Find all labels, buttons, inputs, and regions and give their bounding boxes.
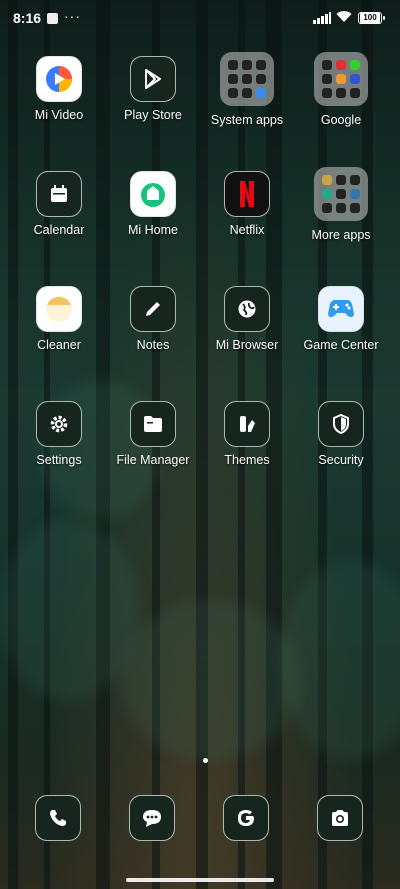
themes-icon	[224, 401, 270, 447]
battery-icon: 100	[358, 12, 385, 24]
app-label: File Manager	[116, 453, 190, 467]
app-cleaner[interactable]: Cleaner	[12, 286, 106, 352]
play-store-icon	[130, 56, 176, 102]
status-bar: 8:16 ··· 100	[0, 0, 400, 36]
app-label: Game Center	[303, 338, 379, 352]
dock-camera[interactable]	[317, 795, 363, 841]
app-game-center[interactable]: Game Center	[294, 286, 388, 352]
app-label: Security	[318, 453, 364, 467]
folder-system-apps[interactable]: System apps	[200, 52, 294, 127]
app-label: Themes	[224, 453, 270, 467]
folder-icon	[130, 401, 176, 447]
app-calendar[interactable]: Calendar	[12, 171, 106, 237]
message-icon	[143, 810, 161, 827]
gear-icon	[36, 401, 82, 447]
phone-icon	[50, 810, 66, 826]
folder-google[interactable]: Google	[294, 52, 388, 127]
app-play-store[interactable]: Play Store	[106, 56, 200, 122]
app-label: System apps	[210, 113, 284, 127]
app-themes[interactable]: Themes	[200, 401, 294, 467]
app-label: Play Store	[124, 108, 182, 122]
app-label: Mi Home	[127, 223, 178, 237]
app-label: Cleaner	[37, 338, 81, 352]
page-indicator	[203, 758, 208, 763]
globe-icon	[224, 286, 270, 332]
app-label: Mi Video	[34, 108, 84, 122]
mi-video-icon	[36, 56, 82, 102]
app-label: Mi Browser	[215, 338, 279, 352]
more-apps-folder-icon	[314, 167, 368, 221]
app-netflix[interactable]: Netflix	[200, 171, 294, 237]
mi-home-icon	[130, 171, 176, 217]
netflix-icon	[224, 171, 270, 217]
app-security[interactable]: Security	[294, 401, 388, 467]
dock-phone[interactable]	[35, 795, 81, 841]
app-notes[interactable]: Notes	[106, 286, 200, 352]
signal-icon	[313, 12, 331, 24]
calendar-icon	[36, 171, 82, 217]
google-icon	[238, 810, 254, 826]
dock-google[interactable]	[223, 795, 269, 841]
dock-messages[interactable]	[129, 795, 175, 841]
battery-level: 100	[360, 13, 380, 23]
app-mi-video[interactable]: Mi Video	[12, 56, 106, 122]
system-apps-folder-icon	[220, 52, 274, 106]
app-label: Settings	[36, 453, 82, 467]
app-mi-browser[interactable]: Mi Browser	[200, 286, 294, 352]
folder-more-apps[interactable]: More apps	[294, 167, 388, 242]
wifi-icon	[336, 10, 352, 26]
app-settings[interactable]: Settings	[12, 401, 106, 467]
app-mi-home[interactable]: Mi Home	[106, 171, 200, 237]
app-label: Calendar	[33, 223, 85, 237]
notes-icon	[130, 286, 176, 332]
app-file-manager[interactable]: File Manager	[106, 401, 200, 467]
notification-icon	[47, 13, 58, 24]
status-time: 8:16	[13, 10, 42, 26]
more-notifications-icon: ···	[64, 8, 81, 24]
app-label: Netflix	[229, 223, 265, 237]
app-label: Google	[320, 113, 362, 127]
cleaner-icon	[36, 286, 82, 332]
game-controller-icon	[318, 286, 364, 332]
app-label: More apps	[311, 228, 371, 242]
shield-icon	[318, 401, 364, 447]
app-label: Notes	[136, 338, 170, 352]
google-folder-icon	[314, 52, 368, 106]
gesture-home-bar[interactable]	[126, 878, 274, 882]
camera-icon	[332, 810, 348, 826]
